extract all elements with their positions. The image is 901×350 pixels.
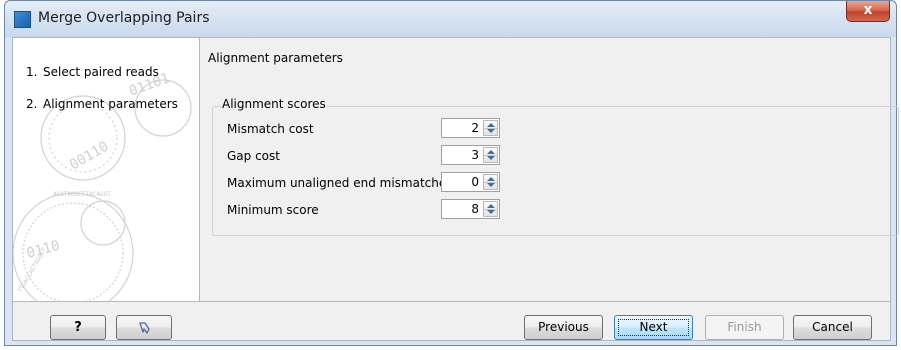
parameters-panel: Alignment parameters Alignment scores Mi…: [201, 38, 899, 301]
max-unaligned-end-mismatches-label: Maximum unaligned end mismatches: [227, 176, 453, 190]
max-unaligned-end-mismatches-value[interactable]: 0: [471, 175, 479, 189]
spinner-arrows-icon[interactable]: [483, 120, 498, 136]
dialog-window: Merge Overlapping Pairs x 01101 00110 01…: [4, 0, 899, 346]
focus-ring: [618, 319, 689, 336]
close-button[interactable]: x: [846, 1, 890, 22]
spinner-arrows-icon[interactable]: [483, 201, 498, 217]
help-button[interactable]: ?: [50, 315, 106, 340]
app-icon: [14, 11, 31, 28]
minimum-score-value[interactable]: 8: [471, 202, 479, 216]
finish-button[interactable]: Finish: [705, 315, 784, 340]
spinner-arrows-icon[interactable]: [483, 147, 498, 163]
max-unaligned-end-mismatches-spinner[interactable]: 0: [441, 172, 500, 192]
footer-divider: [13, 301, 890, 302]
reset-icon: [139, 322, 150, 334]
next-button[interactable]: Next: [614, 315, 693, 340]
group-title: Alignment scores: [221, 97, 327, 111]
gap-cost-value[interactable]: 3: [471, 148, 479, 162]
spinner-arrows-icon[interactable]: [483, 174, 498, 190]
reset-button[interactable]: [116, 315, 172, 340]
wizard-steps-panel: 01101 00110 0110 ACGTAGGCTTACAGGT TTGACC…: [13, 38, 200, 301]
previous-button[interactable]: Previous: [524, 315, 603, 340]
page-title: Alignment parameters: [208, 51, 343, 65]
mismatch-cost-value[interactable]: 2: [471, 121, 479, 135]
dialog-body: 01101 00110 0110 ACGTAGGCTTACAGGT TTGACC…: [12, 37, 899, 341]
minimum-score-spinner[interactable]: 8: [441, 199, 500, 219]
svg-text:ACGTAGGCTTACAGGT: ACGTAGGCTTACAGGT: [53, 191, 111, 198]
mismatch-cost-label: Mismatch cost: [227, 122, 314, 136]
step-alignment-parameters: 2. Alignment parameters: [26, 97, 178, 111]
gap-cost-label: Gap cost: [227, 149, 280, 163]
title-bar[interactable]: Merge Overlapping Pairs x: [5, 1, 896, 37]
minimum-score-label: Minimum score: [227, 203, 319, 217]
cancel-button[interactable]: Cancel: [793, 315, 872, 340]
gap-cost-spinner[interactable]: 3: [441, 145, 500, 165]
step-select-paired-reads: 1. Select paired reads: [26, 65, 159, 79]
mismatch-cost-spinner[interactable]: 2: [441, 118, 500, 138]
window-title: Merge Overlapping Pairs: [38, 10, 210, 26]
svg-text:00110: 00110: [67, 139, 112, 174]
